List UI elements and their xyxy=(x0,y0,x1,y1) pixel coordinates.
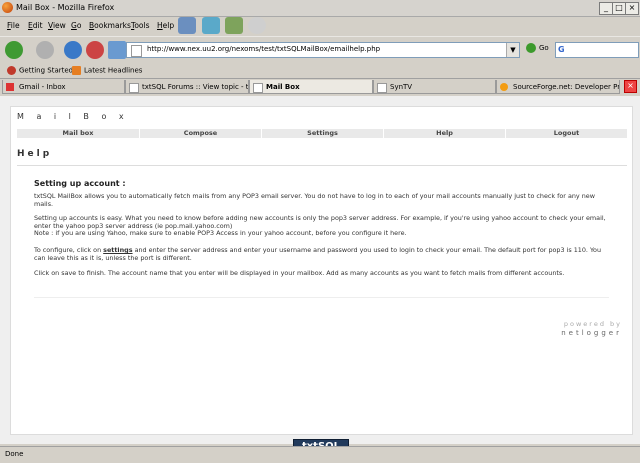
reload-icon[interactable] xyxy=(64,41,82,59)
tab-gmail[interactable]: Gmail - Inbox xyxy=(2,80,125,94)
tab-syntv[interactable]: SynTV xyxy=(373,80,496,94)
menu-edit[interactable]: Edit xyxy=(28,21,43,30)
help-paragraph-note: Note : if you are using Yahoo, make sure… xyxy=(34,229,407,237)
tab-bar: Gmail - Inbox txtSQL Forums :: View topi… xyxy=(0,78,640,96)
window-title: Mail Box - Mozilla Firefox xyxy=(16,3,115,12)
menu-go[interactable]: Go xyxy=(71,21,81,30)
page-icon xyxy=(253,83,263,93)
close-button[interactable]: × xyxy=(625,2,639,15)
menu-file[interactable]: File xyxy=(7,21,20,30)
search-input[interactable]: G xyxy=(555,42,639,58)
status-text: Done xyxy=(5,450,24,458)
nav-logout[interactable]: Logout xyxy=(506,129,627,138)
mailbox-panel: M a i l B o x Mail box Compose Settings … xyxy=(10,106,633,435)
firefox-icon xyxy=(2,2,13,13)
close-tab-icon[interactable]: × xyxy=(624,80,637,93)
package-icon[interactable] xyxy=(225,17,243,34)
back-icon[interactable] xyxy=(5,41,23,59)
menu-tools[interactable]: Tools xyxy=(131,21,149,30)
divider xyxy=(34,297,609,298)
app-navigation: Mail box Compose Settings Help Logout xyxy=(17,129,627,138)
powered-by-name: netlogger xyxy=(561,329,622,337)
address-bar[interactable]: http://www.nex.uu2.org/nexoms/test/txtSQ… xyxy=(126,42,520,58)
go-icon xyxy=(526,43,536,53)
bookmark-getting-started[interactable]: Getting Started xyxy=(7,66,73,75)
mail-icon[interactable] xyxy=(178,17,196,34)
window-titlebar: Mail Box - Mozilla Firefox _ □ × xyxy=(0,0,640,17)
rss-icon xyxy=(72,66,81,75)
status-bar: Done xyxy=(0,446,640,463)
page-content: M a i l B o x Mail box Compose Settings … xyxy=(0,96,640,462)
forward-icon[interactable] xyxy=(36,41,54,59)
stop-icon[interactable] xyxy=(86,41,104,59)
menu-help[interactable]: Help xyxy=(157,21,174,30)
help-paragraph-intro: txtSQL MailBox allows you to automatical… xyxy=(34,192,595,208)
powered-by-label: powered by xyxy=(563,320,622,328)
help-paragraph-finish: Click on save to finish. The account nam… xyxy=(34,269,565,277)
help-paragraph-configure: To configure, click on settings and ente… xyxy=(34,246,601,262)
monitor-icon[interactable] xyxy=(202,17,220,34)
bookmarks-toolbar: Getting Started Latest Headlines xyxy=(0,62,640,78)
app-title: M a i l B o x xyxy=(17,112,129,121)
help-paragraph-setup: Setting up accounts is easy. What you ne… xyxy=(34,214,606,230)
go-button[interactable]: Go xyxy=(526,43,549,53)
tab-mail-box[interactable]: Mail Box xyxy=(249,80,373,94)
nav-compose[interactable]: Compose xyxy=(140,129,261,138)
bookmark-icon xyxy=(7,66,16,75)
bookmark-latest-headlines[interactable]: Latest Headlines xyxy=(72,66,142,75)
maximize-button[interactable]: □ xyxy=(612,2,626,15)
page-icon xyxy=(377,83,387,93)
tab-sourceforge[interactable]: SourceForge.net: Developer Pr... xyxy=(496,80,620,94)
tab-txtsql-forums[interactable]: txtSQL Forums :: View topic - tx... xyxy=(125,80,249,94)
google-icon: G xyxy=(558,45,565,54)
address-dropdown-icon[interactable]: ▼ xyxy=(506,43,519,57)
sourceforge-icon xyxy=(500,83,508,91)
menu-view[interactable]: View xyxy=(48,21,66,30)
divider xyxy=(17,165,627,166)
section-heading: Setting up account : xyxy=(34,179,126,188)
nav-mailbox[interactable]: Mail box xyxy=(17,129,139,138)
clock-icon[interactable] xyxy=(248,17,266,34)
page-icon xyxy=(129,83,139,93)
address-text: http://www.nex.uu2.org/nexoms/test/txtSQ… xyxy=(147,45,381,53)
page-title: Help xyxy=(17,149,53,159)
nav-help[interactable]: Help xyxy=(384,129,505,138)
menu-bookmarks[interactable]: Bookmarks xyxy=(89,21,131,30)
minimize-button[interactable]: _ xyxy=(599,2,613,15)
menu-bar: File Edit View Go Bookmarks Tools Help xyxy=(0,16,640,36)
nav-settings[interactable]: Settings xyxy=(262,129,383,138)
home-icon[interactable] xyxy=(108,41,126,59)
page-icon xyxy=(131,45,142,57)
gmail-icon xyxy=(6,83,14,91)
